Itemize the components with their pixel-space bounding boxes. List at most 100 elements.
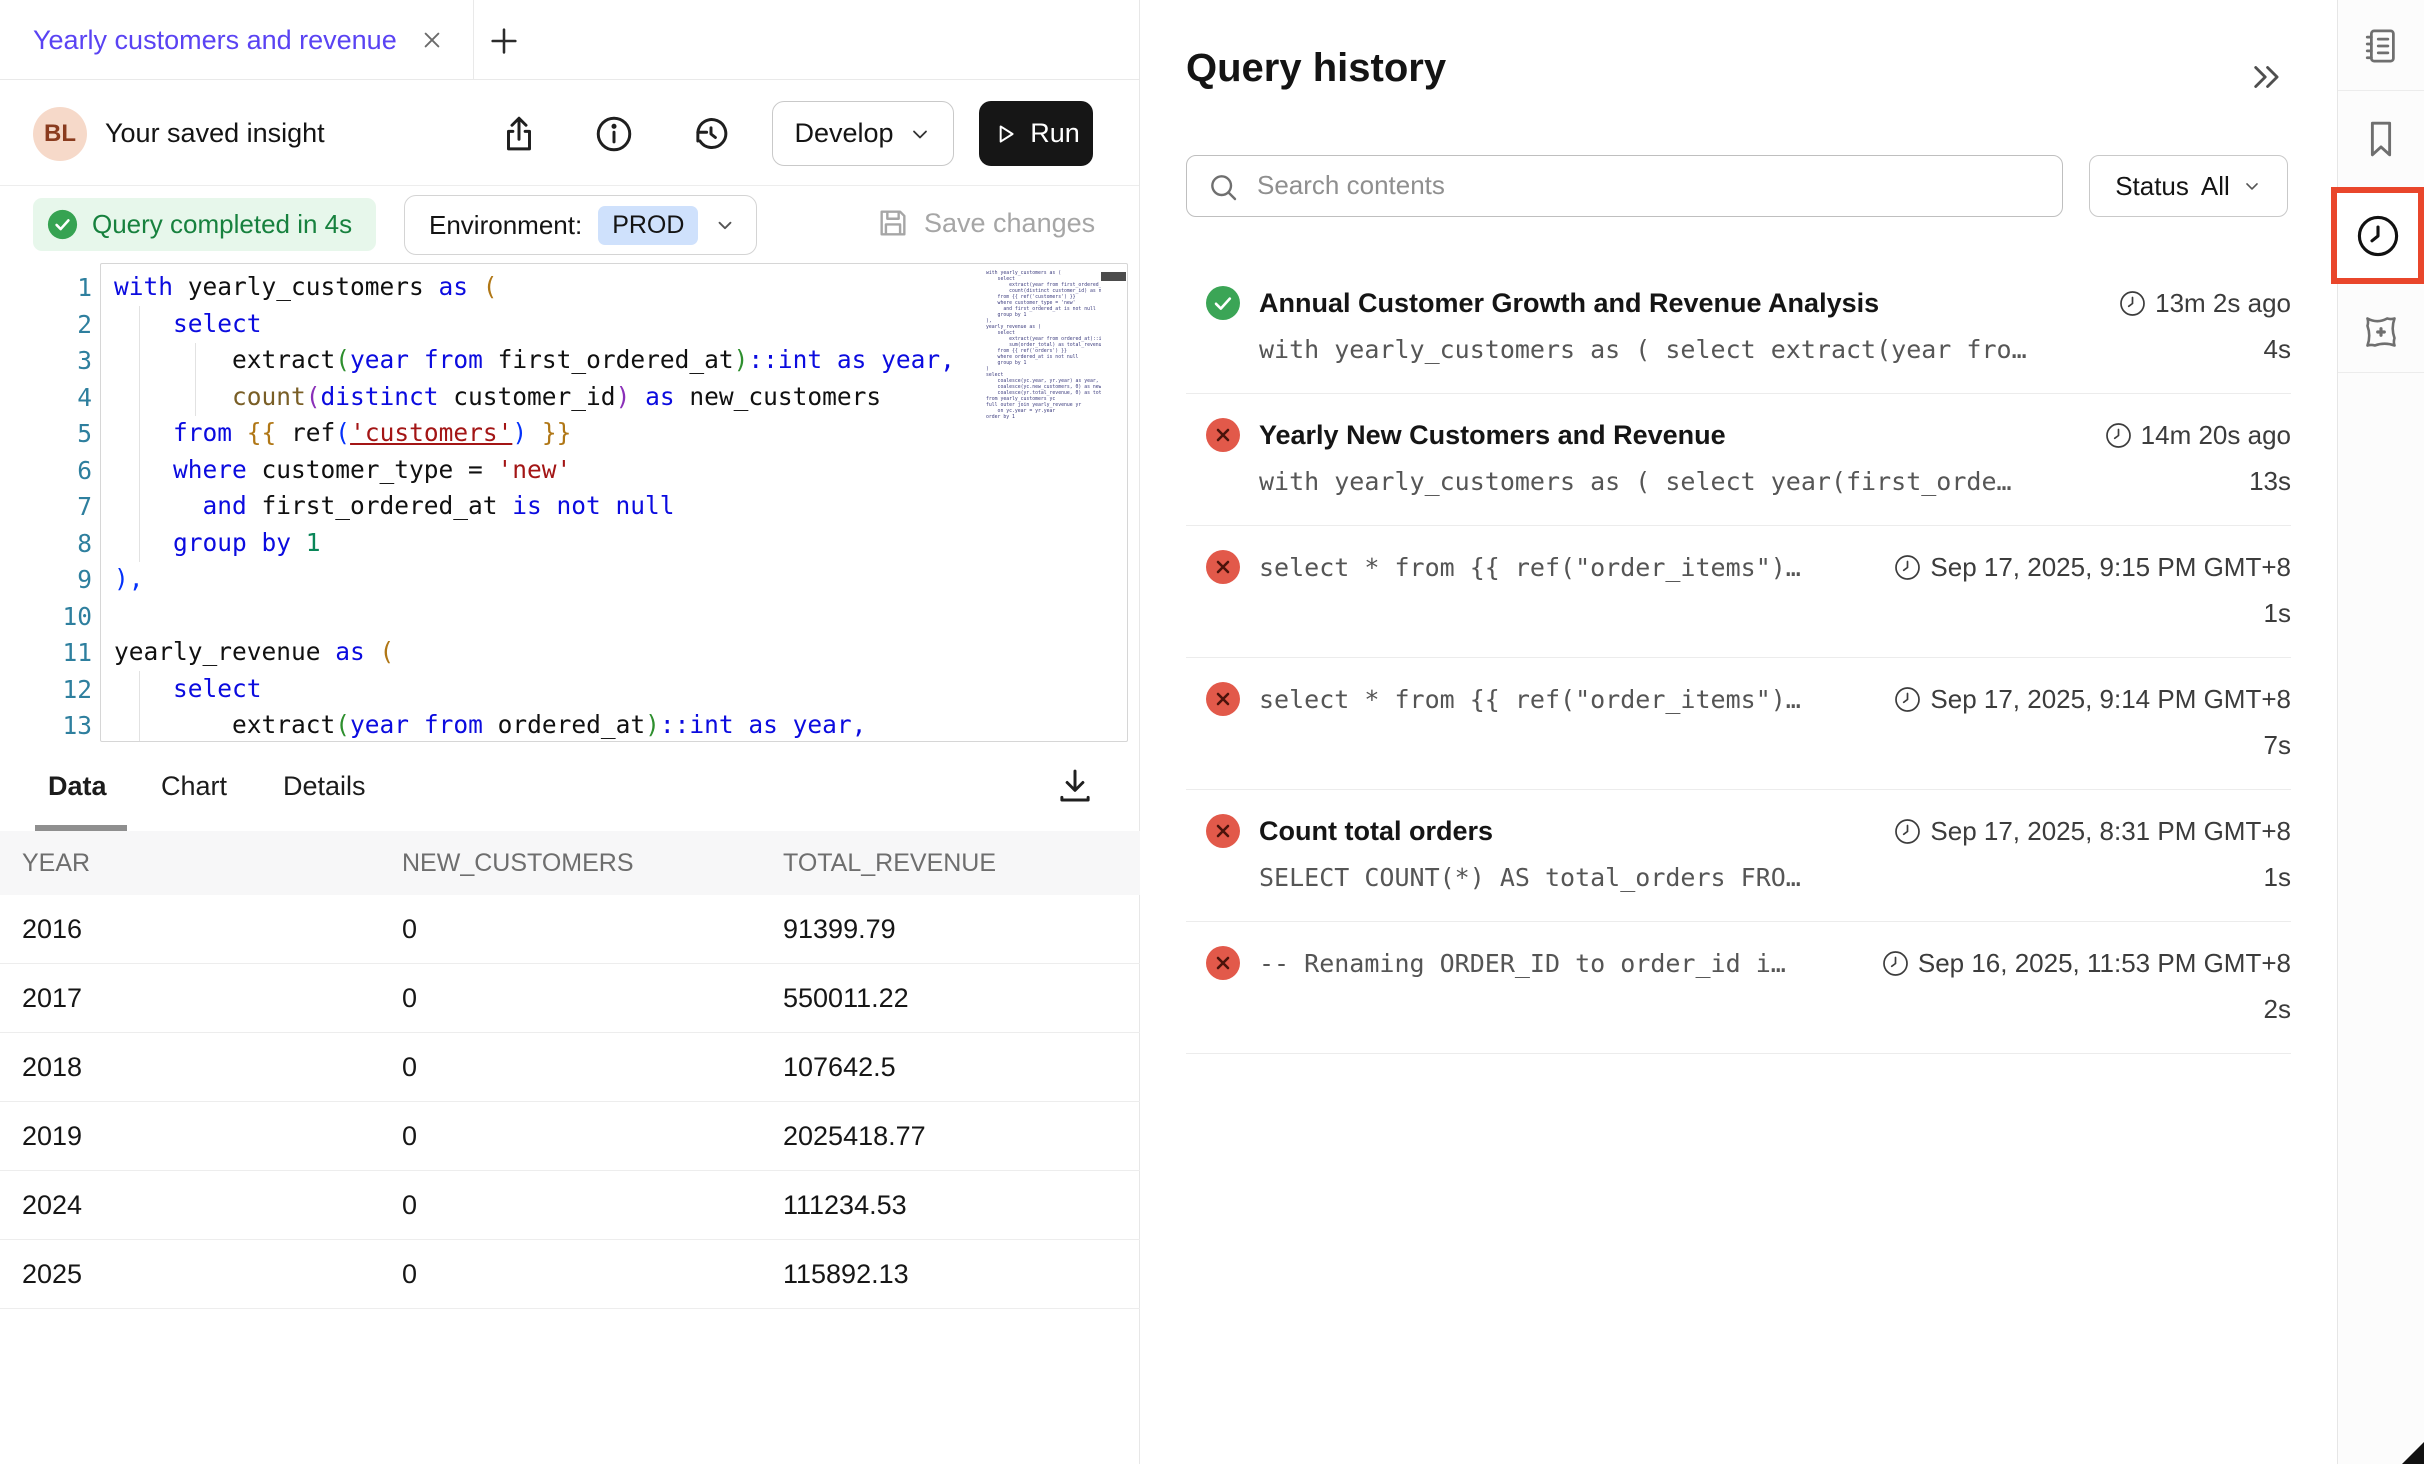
sidebar-divider (2338, 372, 2424, 373)
history-item[interactable]: select * from {{ ref("order_items")…Sep … (1186, 526, 2291, 658)
table-cell: 0 (380, 983, 761, 1014)
error-status-icon (1206, 814, 1240, 848)
code-line[interactable]: where customer_type = 'new' (114, 452, 955, 489)
status-filter[interactable]: Status All (2089, 155, 2288, 217)
tab-bar: Yearly customers and revenue (0, 0, 1139, 80)
query-status-text: Query completed in 4s (92, 209, 352, 240)
table-row[interactable]: 2016091399.79 (0, 895, 1140, 964)
error-status-icon (1206, 946, 1240, 980)
line-number: 8 (40, 526, 92, 563)
code-line[interactable]: select (114, 306, 955, 343)
table-row[interactable]: 201902025418.77 (0, 1102, 1140, 1171)
table-row[interactable]: 20170550011.22 (0, 964, 1140, 1033)
success-status-icon (1206, 286, 1240, 320)
chevron-down-icon (908, 122, 932, 146)
code-line[interactable] (114, 598, 955, 635)
search-input[interactable] (1257, 156, 2047, 214)
line-number: 1 (40, 270, 92, 307)
close-tab-icon[interactable] (421, 29, 443, 51)
history-item[interactable]: select * from {{ ref("order_items")… Sep … (1186, 658, 2291, 790)
avatar[interactable]: BL (33, 107, 87, 161)
line-number: 4 (40, 380, 92, 417)
code-line[interactable]: yearly_revenue as ( (114, 634, 955, 671)
code-line[interactable]: count(distinct customer_id) as new_custo… (114, 379, 955, 416)
history-item-time: 14m 20s ago (2105, 420, 2291, 451)
version-history-icon[interactable] (690, 113, 732, 155)
tab-details[interactable]: Details (283, 742, 366, 831)
save-changes-label: Save changes (924, 208, 1095, 239)
table-row[interactable]: 20180107642.5 (0, 1033, 1140, 1102)
clock-icon (2105, 422, 2132, 449)
table-cell: 0 (380, 1190, 761, 1221)
history-sidebar-button-highlighted[interactable] (2331, 187, 2424, 284)
develop-label: Develop (794, 118, 893, 149)
history-item-time: Sep 17, 2025, 9:14 PM GMT+8 (1894, 684, 2291, 715)
results-tab-bar: Data Chart Details (0, 742, 1139, 831)
column-header-year[interactable]: YEAR (0, 849, 380, 878)
lineage-star-icon[interactable] (2357, 308, 2405, 356)
sql-editor[interactable]: 12345678910111213 with yearly_customers … (0, 263, 1139, 742)
results-table: YEAR NEW_CUSTOMERS TOTAL_REVENUE 2016091… (0, 831, 1140, 1309)
table-cell: 2025 (0, 1259, 380, 1290)
history-item[interactable]: Annual Customer Growth and Revenue Analy… (1186, 262, 2291, 394)
minimap[interactable]: with yearly_customers as ( select extrac… (986, 264, 1101, 740)
code-line[interactable]: select (114, 671, 955, 708)
editor-scrollbar-thumb[interactable] (1101, 272, 1126, 281)
bookmark-icon[interactable] (2358, 116, 2404, 162)
code-line[interactable]: group by 1 (114, 525, 955, 562)
history-item-time: Sep 17, 2025, 9:15 PM GMT+8 (1894, 552, 2291, 583)
table-cell: 111234.53 (761, 1190, 1140, 1221)
history-item[interactable]: Yearly New Customers and Revenue14m 20s … (1186, 394, 2291, 526)
table-cell: 0 (380, 914, 761, 945)
line-number: 3 (40, 343, 92, 380)
editor-scrollbar[interactable] (1101, 264, 1126, 740)
chevron-down-icon (714, 214, 736, 236)
code-line[interactable]: and first_ordered_at is not null (114, 488, 955, 525)
table-row[interactable]: 20250115892.13 (0, 1240, 1140, 1309)
run-label: Run (1030, 118, 1080, 149)
history-item-duration: 13s (2249, 466, 2291, 497)
column-header-new-customers[interactable]: NEW_CUSTOMERS (380, 849, 761, 878)
code-line[interactable]: from {{ ref('customers') }} (114, 415, 955, 452)
environment-select[interactable]: Environment: PROD (404, 195, 757, 255)
tab-chart[interactable]: Chart (161, 742, 227, 831)
download-icon[interactable] (1054, 765, 1096, 807)
plus-icon (487, 24, 521, 58)
line-number: 12 (40, 672, 92, 709)
code-line[interactable]: with yearly_customers as ( (114, 269, 955, 306)
column-header-total-revenue[interactable]: TOTAL_REVENUE (761, 849, 1140, 878)
save-icon (876, 206, 910, 240)
code-line[interactable]: extract(year from ordered_at)::int as ye… (114, 707, 955, 742)
run-button[interactable]: Run (979, 101, 1093, 166)
status-row: Query completed in 4s Environment: PROD … (0, 186, 1139, 263)
table-cell: 107642.5 (761, 1052, 1140, 1083)
notebook-icon[interactable] (2359, 24, 2403, 68)
clock-icon (1894, 554, 1921, 581)
environment-value-badge: PROD (598, 206, 698, 245)
code-line[interactable]: extract(year from first_ordered_at)::int… (114, 342, 955, 379)
code-lines[interactable]: with yearly_customers as ( select extrac… (114, 269, 955, 742)
code-line[interactable]: ), (114, 561, 955, 598)
history-item-sql-title: select * from {{ ref("order_items")… (1259, 685, 1875, 714)
tab-yearly-customers[interactable]: Yearly customers and revenue (33, 0, 443, 80)
search-box (1186, 155, 2063, 217)
history-item[interactable]: Count total ordersSep 17, 2025, 8:31 PM … (1186, 790, 2291, 922)
table-row[interactable]: 20240111234.53 (0, 1171, 1140, 1240)
line-number-gutter: 12345678910111213 (40, 270, 92, 745)
collapse-panel-icon[interactable] (2247, 58, 2285, 96)
tab-data[interactable]: Data (48, 742, 107, 831)
history-item[interactable]: -- Renaming ORDER_ID to order_id i…Sep 1… (1186, 922, 2291, 1054)
new-tab-button[interactable] (487, 24, 521, 58)
save-changes-button[interactable]: Save changes (876, 206, 1095, 240)
error-status-icon (1206, 550, 1240, 584)
query-history-panel: Query history Status All Annual Customer… (1141, 0, 2337, 1464)
table-cell: 2016 (0, 914, 380, 945)
develop-button[interactable]: Develop (772, 101, 954, 166)
line-number: 6 (40, 453, 92, 490)
history-list: Annual Customer Growth and Revenue Analy… (1186, 262, 2291, 1054)
info-icon[interactable] (593, 113, 635, 155)
share-icon[interactable] (498, 113, 540, 155)
status-filter-label: Status (2115, 171, 2189, 202)
mouse-cursor (2402, 1442, 2424, 1464)
error-status-icon (1206, 418, 1240, 452)
